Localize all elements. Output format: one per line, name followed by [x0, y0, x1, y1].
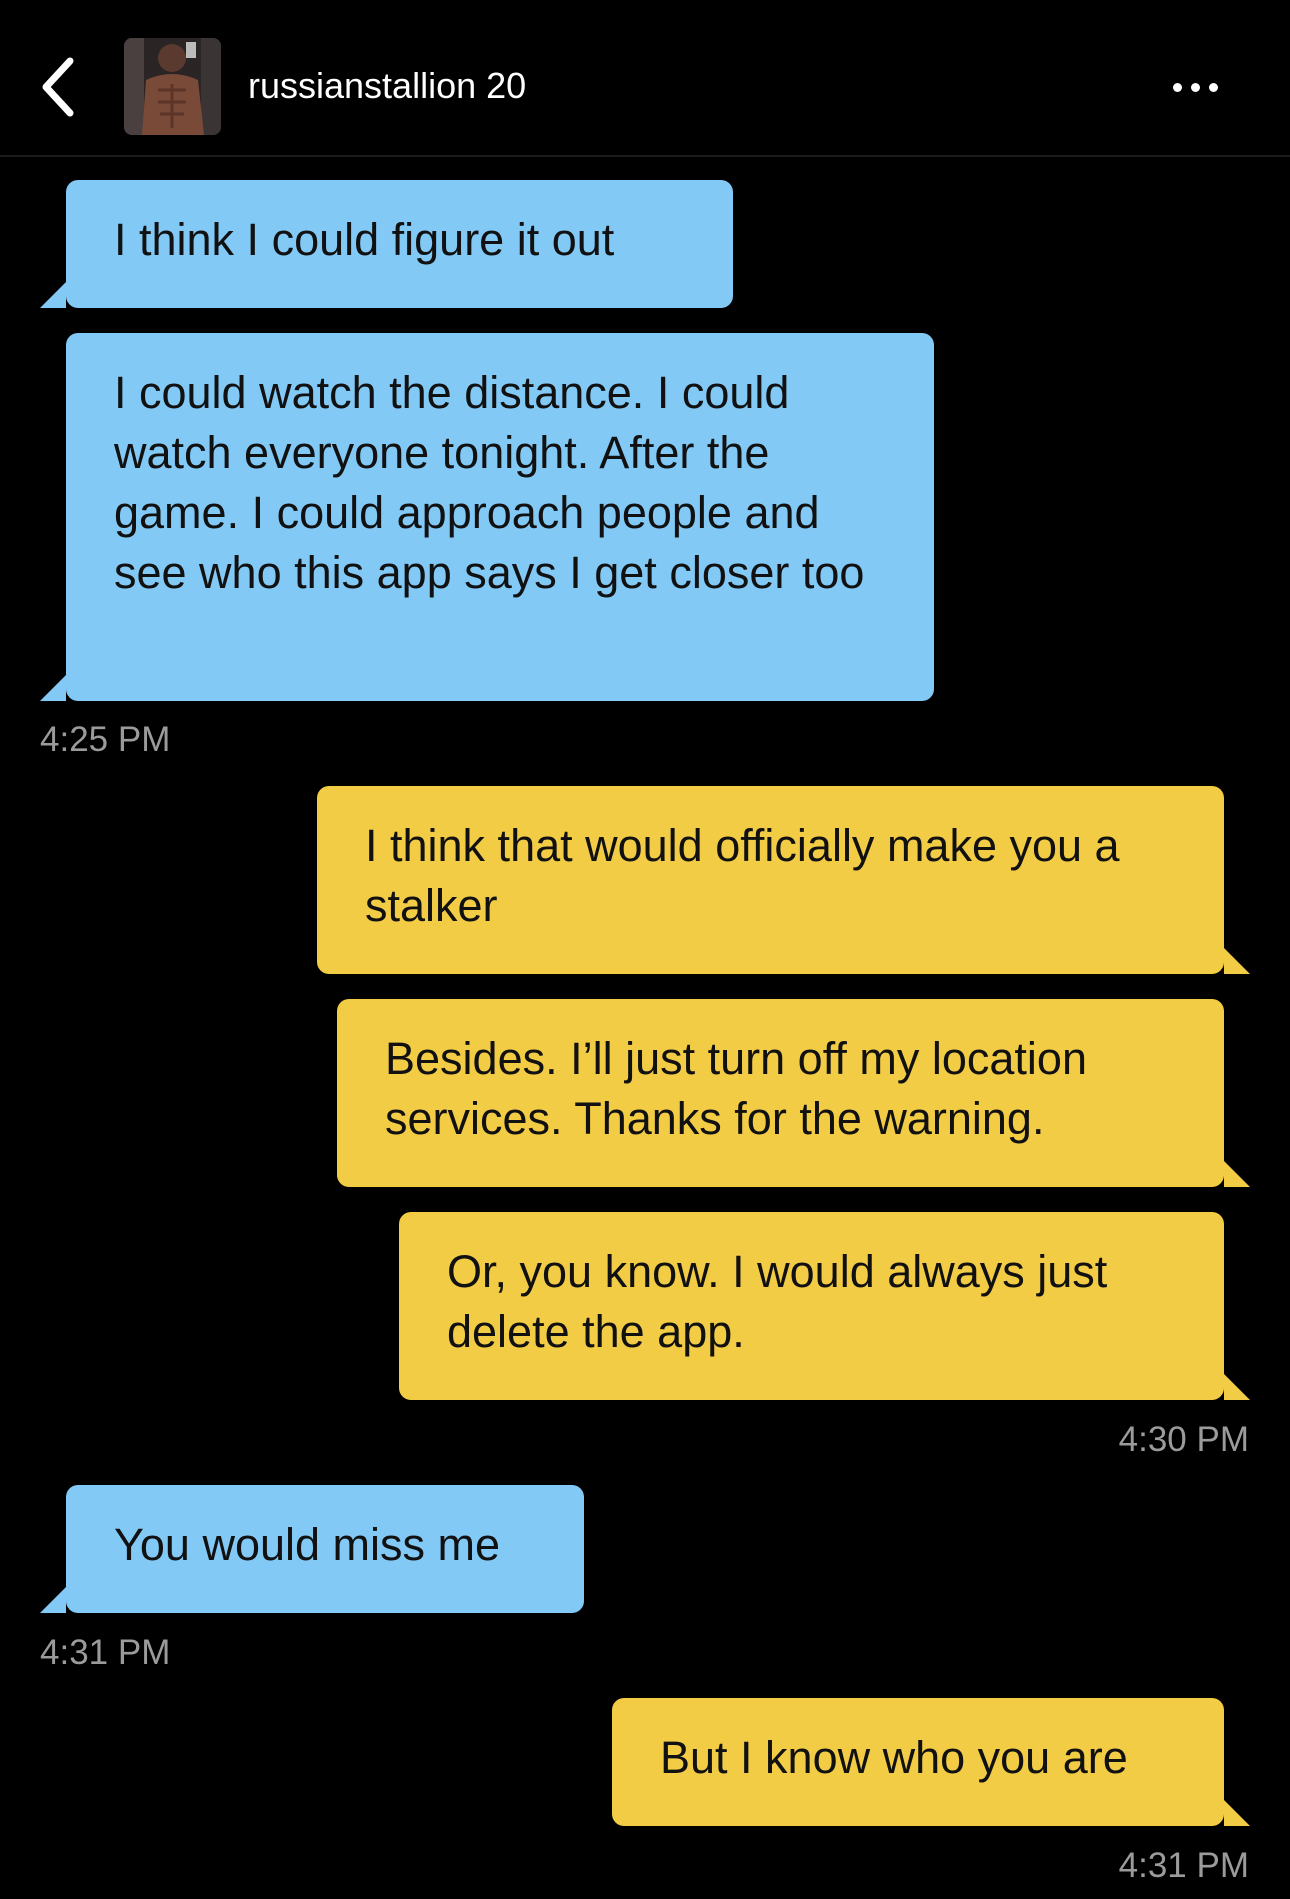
message-bubble-incoming[interactable]: I could watch the distance. I could watc…	[40, 333, 934, 701]
more-dots-icon	[1208, 82, 1218, 92]
message-timestamp: 4:30 PM	[1118, 1420, 1249, 1459]
message-timestamp: 4:31 PM	[40, 1633, 171, 1672]
more-dots-icon	[1190, 82, 1200, 92]
message-bubble-outgoing[interactable]: Or, you know. I would always just delete…	[399, 1212, 1250, 1400]
message-bubble-outgoing[interactable]: I think that would officially make you a…	[317, 786, 1250, 974]
chat-header: russianstallion 20	[0, 0, 1290, 157]
message-bubble-outgoing[interactable]: Besides. I’ll just turn off my location …	[337, 999, 1250, 1187]
message-bubble-outgoing[interactable]: But I know who you are	[612, 1698, 1250, 1826]
back-button[interactable]	[26, 42, 90, 132]
message-text: Besides. I’ll just turn off my location …	[385, 1033, 1087, 1144]
message-timestamp: 4:31 PM	[1118, 1846, 1249, 1885]
chat-username[interactable]: russianstallion 20	[248, 64, 526, 108]
profile-photo	[124, 38, 221, 135]
avatar[interactable]	[124, 38, 221, 135]
more-dots-icon	[1172, 82, 1182, 92]
message-text: Or, you know. I would always just delete…	[447, 1246, 1108, 1357]
chevron-left-icon	[42, 57, 74, 117]
message-text: I could watch the distance. I could watc…	[114, 367, 865, 598]
message-timestamp: 4:25 PM	[40, 720, 171, 759]
message-text: But I know who you are	[660, 1732, 1128, 1783]
message-text: I think that would officially make you a…	[365, 820, 1120, 931]
more-options-button[interactable]	[1155, 62, 1235, 112]
message-text: I think I could figure it out	[114, 214, 615, 265]
message-text: You would miss me	[114, 1519, 501, 1570]
message-bubble-incoming[interactable]: You would miss me	[40, 1485, 584, 1613]
message-bubble-incoming[interactable]: I think I could figure it out	[40, 180, 733, 308]
